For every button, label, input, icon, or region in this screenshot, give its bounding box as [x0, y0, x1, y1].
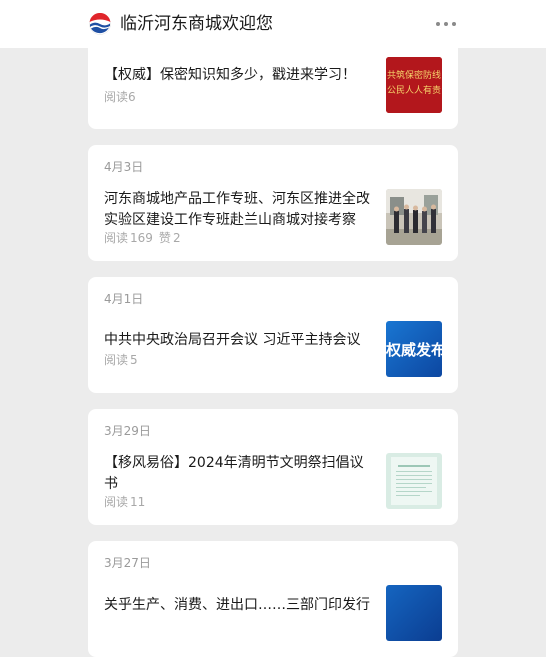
reads-label: 阅读: [104, 495, 129, 509]
article-thumbnail: [386, 189, 442, 245]
article-thumbnail: 共筑保密防线 公民人人有责: [386, 57, 442, 113]
likes-count: 2: [172, 231, 181, 245]
reads-count: 6: [128, 90, 136, 104]
page-title: 临沂河东商城欢迎您: [120, 14, 273, 34]
reads-count: 11: [130, 495, 146, 509]
article-date: 3月27日: [104, 556, 151, 570]
article-thumbnail: [386, 453, 442, 509]
article-title: 中共中央政治局召开会议 习近平主持会议: [104, 332, 361, 348]
article-card[interactable]: 3月29日 【移风易俗】2024年清明节文明祭扫倡议书 阅读 11: [88, 409, 458, 525]
article-title: 河东商城地产品工作专班、河东区推进全改实验区建设工作专班赴兰山商城对接考察: [104, 191, 370, 228]
thumb-text: 权威发布: [386, 341, 442, 359]
reads-count: 169: [130, 231, 153, 245]
article-title: 【权威】保密知识知多少，戳进来学习！: [104, 67, 356, 83]
article-thumbnail: 权威发布: [386, 321, 442, 377]
article-date: 4月1日: [104, 292, 144, 306]
reads-label: 阅读: [104, 353, 129, 367]
article-thumbnail: [386, 585, 442, 641]
likes-label: 赞: [158, 231, 171, 245]
article-card[interactable]: 4月3日 河东商城地产品工作专班、河东区推进全改实验区建设工作专班赴兰山商城对接…: [88, 145, 458, 261]
article-meta: 阅读 11: [104, 494, 145, 510]
reads-label: 阅读: [104, 90, 129, 104]
reads-label: 阅读: [104, 231, 129, 245]
thumb-text: 共筑保密防线: [387, 69, 441, 81]
top-bar: 临沂河东商城欢迎您: [0, 0, 546, 48]
article-title: 关乎生产、消费、进出口……三部门印发行动方案: [104, 597, 370, 613]
article-title: 【移风易俗】2024年清明节文明祭扫倡议书: [104, 455, 364, 492]
article-meta: 阅读 169 赞 2: [104, 230, 181, 246]
article-date: 3月29日: [104, 424, 151, 438]
thumb-text: 公民人人有责: [387, 84, 441, 96]
article-card[interactable]: 4月1日 中共中央政治局召开会议 习近平主持会议 阅读 5 权威发布: [88, 277, 458, 393]
more-options-icon[interactable]: [436, 15, 456, 33]
article-card[interactable]: 3月27日 关乎生产、消费、进出口……三部门印发行动方案: [88, 541, 458, 657]
article-meta: 阅读6: [104, 89, 136, 105]
reads-count: 5: [130, 353, 138, 367]
article-date: 4月3日: [104, 160, 144, 174]
article-meta: 阅读 5: [104, 352, 138, 368]
logo-icon: [89, 13, 111, 35]
